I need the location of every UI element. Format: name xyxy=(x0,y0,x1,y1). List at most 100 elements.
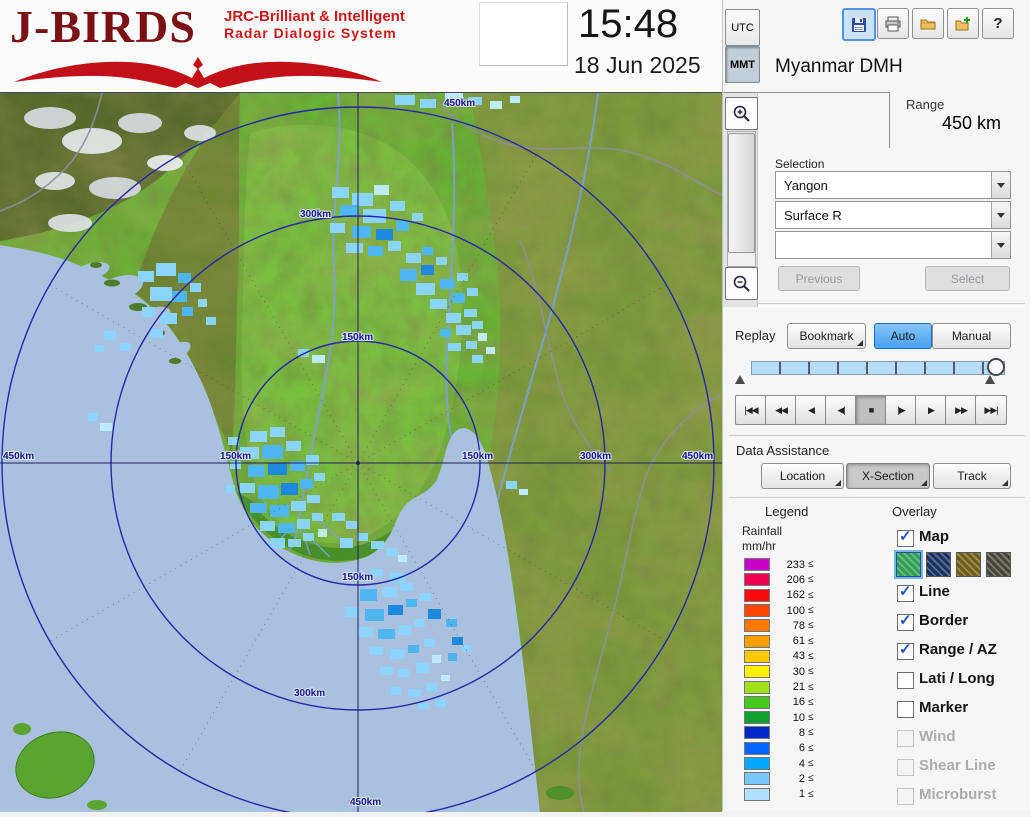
legend-row: 100≤ xyxy=(744,603,814,618)
bookmark-button[interactable]: Bookmark xyxy=(787,323,866,349)
previous-button[interactable]: Previous xyxy=(778,266,860,291)
save-button[interactable] xyxy=(842,8,876,41)
lati-long-checkbox[interactable] xyxy=(897,672,914,689)
legend-color-swatch xyxy=(744,558,770,571)
legend-row: 8≤ xyxy=(744,725,814,740)
zoom-in-button[interactable] xyxy=(725,97,758,130)
logo-subtitle-line2: Radar Dialogic System xyxy=(224,25,405,42)
divider xyxy=(729,497,1025,501)
legend-value: 233 xyxy=(779,559,805,571)
range-divider-v xyxy=(889,92,890,148)
legend-value: 162 xyxy=(779,589,805,601)
lte-sign: ≤ xyxy=(808,651,814,662)
replay-timeline-slider[interactable] xyxy=(751,361,1005,375)
range-ring-label: 450km xyxy=(3,451,34,462)
manual-button[interactable]: Manual xyxy=(932,323,1011,349)
help-button[interactable]: ? xyxy=(982,8,1014,39)
export-button[interactable] xyxy=(947,8,979,39)
legend-value: 6 xyxy=(779,742,805,754)
map-checkbox[interactable] xyxy=(897,530,914,547)
range-ring-label: 150km xyxy=(342,572,373,583)
marker-checkbox[interactable] xyxy=(897,701,914,718)
overlay-item-range-az: Range / AZ xyxy=(896,641,1030,661)
legend-row: 2≤ xyxy=(744,771,814,786)
header-blank-panel xyxy=(479,2,568,66)
site-dropdown[interactable]: Yangon xyxy=(775,171,1011,199)
range-ring-label: 150km xyxy=(342,332,373,343)
map-style-swatch-navy[interactable] xyxy=(926,552,951,577)
auto-button[interactable]: Auto xyxy=(874,323,932,349)
overlay-item-label: Line xyxy=(919,583,950,600)
print-button[interactable] xyxy=(877,8,909,39)
overlay-item-line: Line xyxy=(896,583,1030,603)
open-folder-button[interactable] xyxy=(912,8,944,39)
chevron-down-icon[interactable] xyxy=(991,202,1010,228)
overlay-item-label: Microburst xyxy=(919,786,997,803)
line-checkbox[interactable] xyxy=(897,585,914,602)
map-style-swatch-olive[interactable] xyxy=(956,552,981,577)
divider xyxy=(729,435,1025,439)
chevron-down-icon[interactable] xyxy=(991,232,1010,258)
legend-value: 4 xyxy=(779,758,805,770)
selection-label: Selection xyxy=(775,157,824,171)
legend-row: 10≤ xyxy=(744,710,814,725)
to-end-button[interactable]: ▶▶| xyxy=(975,395,1007,425)
location-button[interactable]: Location xyxy=(761,463,844,489)
org-name: Myanmar DMH xyxy=(775,56,903,78)
radar-map-view[interactable]: 450km 300km 150km 150km 300km 450km 450k… xyxy=(0,92,722,812)
legend-label: Legend xyxy=(765,504,808,519)
map-scrollbar-thumb[interactable] xyxy=(728,133,755,253)
range-ring-label: 150km xyxy=(220,451,251,462)
fast-forward-button[interactable]: ▶▶ xyxy=(945,395,977,425)
range-ring-label: 450km xyxy=(350,797,381,808)
overlay-item-label: Border xyxy=(919,612,968,629)
lte-sign: ≤ xyxy=(808,758,814,769)
overlay-item-label: Map xyxy=(919,528,949,545)
legend-row: 233≤ xyxy=(744,557,814,572)
to-start-button[interactable]: |◀◀ xyxy=(735,395,767,425)
overlay-item-lati-long: Lati / Long xyxy=(896,670,1030,690)
lte-sign: ≤ xyxy=(808,743,814,754)
step-forward-button[interactable]: |▶ xyxy=(885,395,917,425)
option-dropdown[interactable] xyxy=(775,231,1011,259)
lte-sign: ≤ xyxy=(808,789,814,800)
product-dropdown[interactable]: Surface R xyxy=(775,201,1011,229)
overlay-item-label: Range / AZ xyxy=(919,641,997,658)
border-checkbox[interactable] xyxy=(897,614,914,631)
play-reverse-button[interactable]: ◀ xyxy=(795,395,827,425)
range-ring-label: 300km xyxy=(300,209,331,220)
stop-button[interactable]: ■ xyxy=(855,395,887,425)
floppy-disk-icon xyxy=(851,17,867,33)
chevron-down-icon[interactable] xyxy=(991,172,1010,198)
lte-sign: ≤ xyxy=(808,727,814,738)
play-button[interactable]: ▶ xyxy=(915,395,947,425)
map-style-swatch-gray[interactable] xyxy=(986,552,1011,577)
legend-value: 8 xyxy=(779,727,805,739)
range-label: Range xyxy=(906,97,944,112)
step-back-button[interactable]: ◀| xyxy=(825,395,857,425)
legend-row: 78≤ xyxy=(744,618,814,633)
app-logo-subtitle: JRC-Brilliant & Intelligent Radar Dialog… xyxy=(224,8,405,42)
utc-button[interactable]: UTC xyxy=(725,9,760,46)
overlay-item-label: Shear Line xyxy=(919,757,996,774)
legend-row: 21≤ xyxy=(744,679,814,694)
select-button[interactable]: Select xyxy=(925,266,1010,291)
product-dropdown-value: Surface R xyxy=(776,202,991,228)
legend-value: 61 xyxy=(779,635,805,647)
timeline-start-marker[interactable] xyxy=(735,375,745,384)
map-style-swatch-green[interactable] xyxy=(896,552,921,577)
lte-sign: ≤ xyxy=(808,682,814,693)
legend-value: 100 xyxy=(779,605,805,617)
mmt-button[interactable]: MMT xyxy=(725,46,760,83)
zoom-out-button[interactable] xyxy=(725,267,758,300)
timeline-position-marker[interactable] xyxy=(985,375,995,384)
overlay-item-border: Border xyxy=(896,612,1030,632)
lte-sign: ≤ xyxy=(808,666,814,677)
x-section-button[interactable]: X-Section xyxy=(846,463,930,489)
timeline-handle[interactable] xyxy=(987,358,1005,376)
replay-label: Replay xyxy=(735,328,775,343)
fast-rewind-button[interactable]: ◀◀ xyxy=(765,395,797,425)
track-button[interactable]: Track xyxy=(933,463,1011,489)
range-az-checkbox[interactable] xyxy=(897,643,914,660)
legend-row: 16≤ xyxy=(744,695,814,710)
